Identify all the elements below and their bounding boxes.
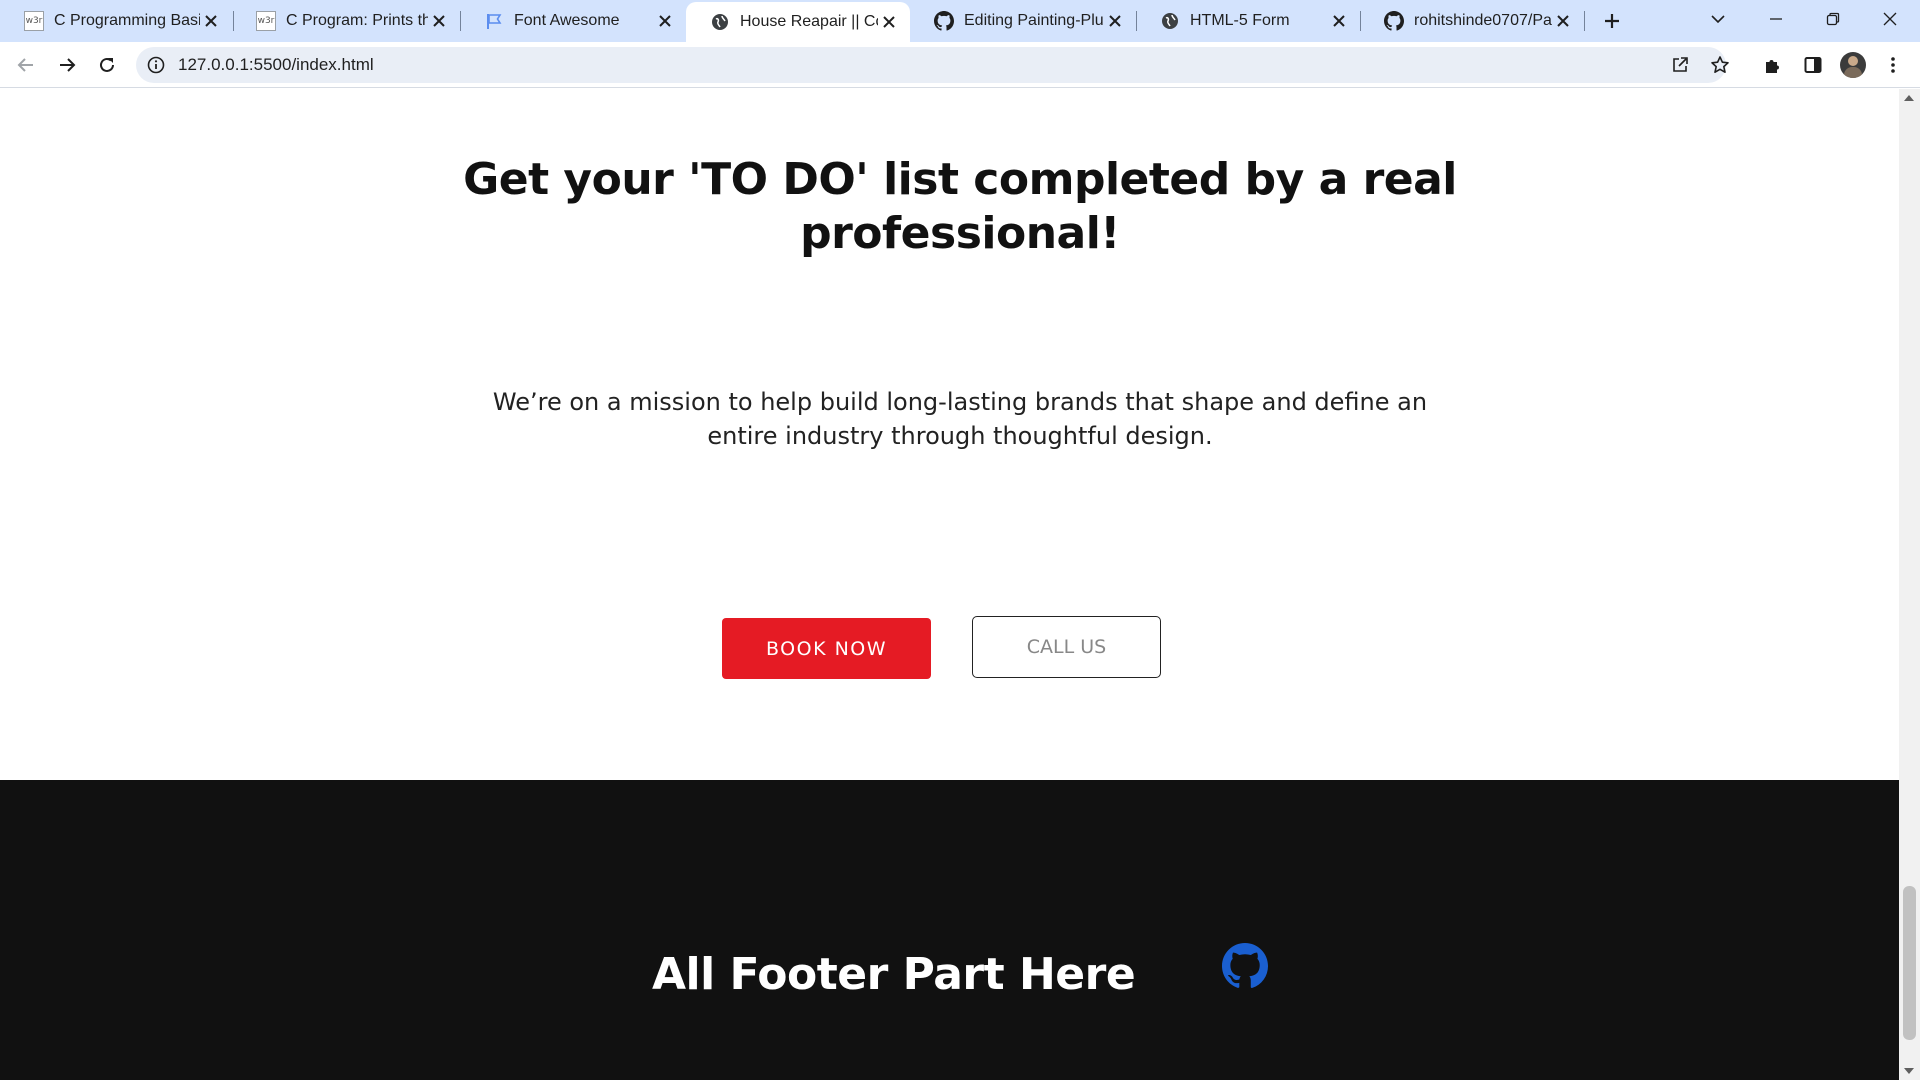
tab-title: C Programming Basic (54, 12, 200, 29)
tab-house-repair[interactable]: House Reapair || Cons (686, 2, 910, 42)
url-text[interactable]: 127.0.0.1:5500/index.html (178, 47, 374, 83)
close-window-button[interactable] (1872, 4, 1908, 34)
w3schools-icon: w3r (24, 11, 44, 31)
tab-search-button[interactable] (1700, 4, 1736, 34)
tab-c-program-prints[interactable]: w3r C Program: Prints the (232, 0, 460, 42)
github-icon[interactable] (1222, 943, 1268, 989)
tab-title: HTML-5 Form (1190, 12, 1290, 29)
restore-button[interactable] (1815, 4, 1851, 34)
minimize-button[interactable] (1758, 4, 1794, 34)
tab-rohitshinde-repo[interactable]: rohitshinde0707/Pain (1360, 0, 1584, 42)
close-icon[interactable] (1104, 10, 1126, 32)
footer: All Footer Part Here (0, 780, 1899, 1080)
close-icon (1883, 12, 1897, 26)
scrollbar-thumb[interactable] (1903, 886, 1916, 1040)
mission-text-line: We’re on a mission to help build long-la… (492, 388, 1428, 416)
extensions-button[interactable] (1758, 50, 1788, 80)
tab-font-awesome[interactable]: Font Awesome (460, 0, 686, 42)
browser-toolbar: 127.0.0.1:5500/index.html (0, 42, 1920, 88)
flag-icon (484, 11, 504, 31)
tab-html5-form[interactable]: HTML-5 Form (1136, 0, 1360, 42)
share-icon[interactable] (1668, 53, 1692, 77)
mission-text-line: entire industry through thoughtful desig… (707, 422, 1213, 450)
tab-title: rohitshinde0707/Pain (1414, 12, 1552, 29)
tab-strip: w3r C Programming Basic w3r C Program: P… (0, 0, 1920, 42)
puzzle-icon (1766, 60, 1779, 73)
book-now-button[interactable]: BOOK NOW (722, 618, 931, 679)
minimize-icon (1770, 18, 1782, 20)
side-panel-button[interactable] (1798, 50, 1828, 80)
reload-icon (100, 57, 114, 72)
avatar (1840, 52, 1866, 78)
close-icon[interactable] (428, 10, 450, 32)
hero-title-line: Get your 'TO DO' list completed by a rea… (463, 154, 1457, 205)
github-icon (1384, 11, 1404, 31)
chevron-down-icon (1711, 15, 1725, 24)
w3schools-icon: w3r (256, 11, 276, 31)
forward-button[interactable] (51, 49, 83, 81)
hero-title-line: professional! (800, 208, 1120, 259)
plus-icon (1605, 14, 1619, 28)
page-scrollbar[interactable] (1899, 89, 1920, 1080)
github-icon (934, 11, 954, 31)
tab-separator (1584, 11, 1585, 31)
address-bar[interactable]: 127.0.0.1:5500/index.html (136, 47, 1729, 83)
mission-text: We’re on a mission to help build long-la… (0, 385, 1899, 453)
arrow-right-icon (60, 58, 76, 72)
tab-title: Font Awesome (514, 12, 620, 29)
star-icon[interactable] (1708, 53, 1732, 77)
close-icon[interactable] (654, 10, 676, 32)
arrow-left-icon (17, 58, 33, 72)
tab-title: C Program: Prints the (286, 12, 428, 29)
profile-button[interactable] (1838, 50, 1868, 80)
new-tab-button[interactable] (1598, 7, 1626, 35)
scroll-up-arrow-icon[interactable] (1904, 95, 1914, 101)
tab-editing-painting[interactable]: Editing Painting-Plum (910, 0, 1136, 42)
side-panel-icon (1804, 57, 1822, 73)
close-icon[interactable] (1552, 10, 1574, 32)
scroll-down-arrow-icon[interactable] (1904, 1068, 1914, 1074)
call-us-button[interactable]: CALL US (972, 616, 1161, 678)
close-icon[interactable] (878, 11, 900, 33)
tab-title: Editing Painting-Plum (964, 12, 1104, 29)
close-icon[interactable] (1328, 10, 1350, 32)
restore-icon (1826, 12, 1840, 26)
close-icon[interactable] (200, 10, 222, 32)
reload-button[interactable] (91, 49, 123, 81)
tab-title: House Reapair || Cons (740, 13, 878, 30)
page-viewport: Get your 'TO DO' list completed by a rea… (0, 89, 1899, 1080)
more-vertical-icon (1891, 57, 1895, 73)
footer-title: All Footer Part Here (652, 949, 1136, 1000)
globe-icon (1160, 11, 1180, 31)
tab-c-programming-basic[interactable]: w3r C Programming Basic (0, 0, 232, 42)
hero-title: Get your 'TO DO' list completed by a rea… (0, 153, 1899, 261)
info-icon[interactable] (146, 55, 166, 75)
back-button[interactable] (10, 49, 42, 81)
globe-icon (710, 12, 730, 32)
menu-button[interactable] (1878, 50, 1908, 80)
